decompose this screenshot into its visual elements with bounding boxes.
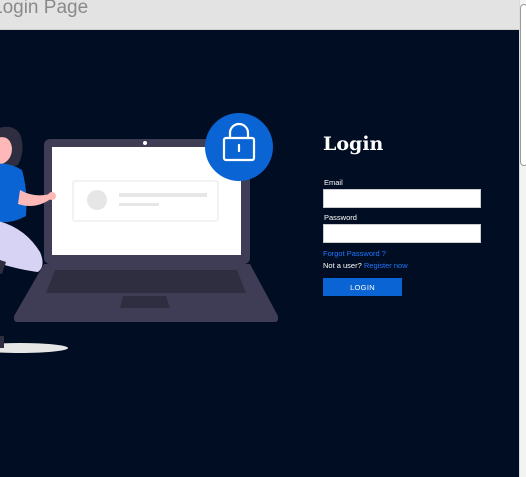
- scrollbar-track[interactable]: [519, 0, 526, 477]
- login-illustration: [0, 113, 278, 353]
- browser-window: Login Page Login Email Password Forgot P…: [0, 0, 526, 477]
- lock-icon: [205, 113, 273, 181]
- login-page: Login Email Password Forgot Password ? N…: [0, 30, 519, 477]
- scrollbar-thumb[interactable]: [520, 4, 526, 166]
- email-input[interactable]: [323, 189, 481, 208]
- email-label: Email: [324, 178, 343, 187]
- window-titlebar: Login Page: [0, 0, 526, 30]
- not-a-user-text: Not a user?: [323, 261, 362, 270]
- login-button[interactable]: LOGIN: [323, 278, 402, 296]
- login-heading: Login: [323, 133, 384, 155]
- password-label: Password: [324, 213, 357, 222]
- window-title: Login Page: [0, 0, 89, 18]
- password-input[interactable]: [323, 224, 481, 243]
- register-link[interactable]: Register now: [364, 261, 408, 270]
- forgot-password-link[interactable]: Forgot Password ?: [323, 249, 386, 258]
- register-prompt: Not a user? Register now: [323, 261, 408, 270]
